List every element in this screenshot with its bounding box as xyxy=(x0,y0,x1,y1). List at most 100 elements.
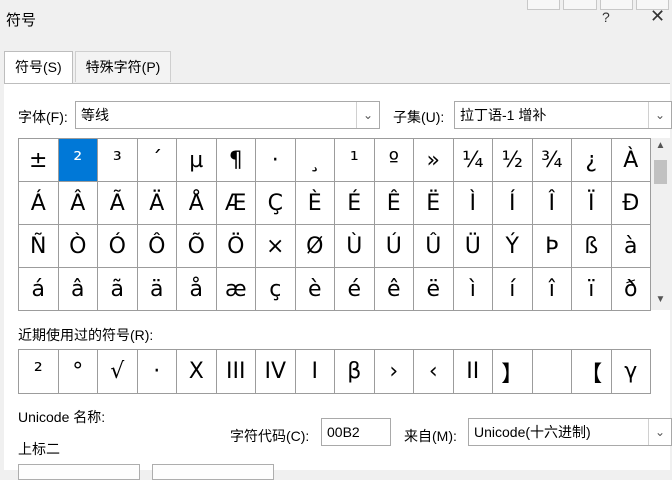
toolbar-button-2[interactable] xyxy=(563,0,597,10)
symbol-cell[interactable]: ± xyxy=(19,139,59,182)
symbol-cell[interactable]: Ý xyxy=(493,225,533,268)
symbol-cell[interactable]: ¾ xyxy=(532,139,572,182)
tab-special-characters[interactable]: 特殊字符(P) xyxy=(74,51,172,82)
close-icon[interactable]: ✕ xyxy=(650,6,665,27)
toolbar-button-1[interactable] xyxy=(527,0,561,10)
chevron-down-icon[interactable]: ⌄ xyxy=(356,102,379,128)
symbol-cell[interactable]: Â xyxy=(58,182,98,225)
symbol-cell[interactable]: ë xyxy=(414,268,454,311)
recent-symbol-cell[interactable]: IV xyxy=(256,350,296,393)
symbol-cell[interactable]: ¹ xyxy=(335,139,375,182)
symbol-cell[interactable]: à xyxy=(611,225,651,268)
recent-symbol-cell[interactable]: · xyxy=(137,350,177,393)
symbol-cell[interactable]: ï xyxy=(572,268,612,311)
unicode-name-value: 上标二 xyxy=(18,441,60,457)
symbol-cell[interactable]: Å xyxy=(177,182,217,225)
recent-symbol-cell[interactable]: I xyxy=(295,350,335,393)
symbol-cell[interactable]: · xyxy=(256,139,296,182)
subset-select[interactable]: 拉丁语-1 增补 ⌄ xyxy=(454,101,672,129)
symbol-cell[interactable]: ¼ xyxy=(453,139,493,182)
recent-symbol-cell[interactable]: ° xyxy=(58,350,98,393)
symbol-cell[interactable]: ½ xyxy=(493,139,533,182)
symbol-cell[interactable]: Ï xyxy=(572,182,612,225)
recent-symbol-cell[interactable]: 】 xyxy=(493,350,533,393)
symbol-cell[interactable]: É xyxy=(335,182,375,225)
symbol-cell[interactable]: Ø xyxy=(295,225,335,268)
symbol-cell[interactable]: Ü xyxy=(453,225,493,268)
scroll-thumb[interactable] xyxy=(654,160,667,184)
symbol-cell[interactable]: ¸ xyxy=(295,139,335,182)
symbol-cell[interactable]: á xyxy=(19,268,59,311)
symbol-cell[interactable]: Ö xyxy=(216,225,256,268)
symbol-cell[interactable]: ¿ xyxy=(572,139,612,182)
symbol-cell[interactable]: Û xyxy=(414,225,454,268)
symbol-cell[interactable]: ç xyxy=(256,268,296,311)
symbol-cell[interactable]: æ xyxy=(216,268,256,311)
symbol-cell[interactable]: ´ xyxy=(137,139,177,182)
symbol-cell[interactable]: ð xyxy=(611,268,651,311)
symbol-cell[interactable]: µ xyxy=(177,139,217,182)
symbol-cell[interactable]: À xyxy=(611,139,651,182)
symbol-cell[interactable]: é xyxy=(335,268,375,311)
symbol-cell[interactable]: Ù xyxy=(335,225,375,268)
scroll-up-icon[interactable]: ▲ xyxy=(651,140,670,154)
symbol-cell[interactable]: Ô xyxy=(137,225,177,268)
symbol-cell[interactable]: ² xyxy=(58,139,98,182)
symbol-cell[interactable]: Đ xyxy=(611,182,651,225)
symbol-cell[interactable]: å xyxy=(177,268,217,311)
symbol-cell[interactable]: ³ xyxy=(98,139,138,182)
symbol-cell[interactable]: Þ xyxy=(532,225,572,268)
symbol-cell[interactable]: Ê xyxy=(374,182,414,225)
symbol-cell[interactable]: Î xyxy=(532,182,572,225)
symbol-cell[interactable]: Ä xyxy=(137,182,177,225)
symbol-cell[interactable]: Æ xyxy=(216,182,256,225)
recent-symbol-cell[interactable]: ‹ xyxy=(414,350,454,393)
symbol-cell[interactable]: ã xyxy=(98,268,138,311)
chevron-down-icon[interactable]: ⌄ xyxy=(648,102,671,128)
symbol-cell[interactable]: Ò xyxy=(58,225,98,268)
recent-symbol-cell[interactable]: › xyxy=(374,350,414,393)
symbol-cell[interactable]: ß xyxy=(572,225,612,268)
symbol-cell[interactable]: » xyxy=(414,139,454,182)
recent-symbol-cell[interactable]: 【 xyxy=(572,350,612,393)
symbol-cell[interactable]: í xyxy=(493,268,533,311)
recent-symbol-cell[interactable]: √ xyxy=(98,350,138,393)
recent-symbol-cell[interactable]: β xyxy=(335,350,375,393)
autocorrect-button[interactable] xyxy=(18,464,140,480)
symbol-cell[interactable]: È xyxy=(295,182,335,225)
scroll-down-icon[interactable]: ▼ xyxy=(651,294,670,308)
shortcut-key-button[interactable] xyxy=(152,464,274,480)
char-code-input[interactable]: 00B2 xyxy=(321,418,391,446)
chevron-down-icon[interactable]: ⌄ xyxy=(648,419,671,445)
symbol-cell[interactable]: Ë xyxy=(414,182,454,225)
symbol-cell[interactable]: î xyxy=(532,268,572,311)
help-button[interactable]: ? xyxy=(602,9,610,25)
symbol-cell[interactable]: Í xyxy=(493,182,533,225)
symbol-cell[interactable]: Õ xyxy=(177,225,217,268)
symbol-cell[interactable]: ¶ xyxy=(216,139,256,182)
recent-symbol-cell[interactable]: X xyxy=(177,350,217,393)
recent-symbol-cell[interactable]: ² xyxy=(19,350,59,393)
recent-symbol-cell[interactable] xyxy=(532,350,572,393)
tab-symbols[interactable]: 符号(S) xyxy=(4,51,73,85)
symbol-cell[interactable]: Ú xyxy=(374,225,414,268)
symbol-cell[interactable]: º xyxy=(374,139,414,182)
symbol-cell[interactable]: Á xyxy=(19,182,59,225)
symbol-cell[interactable]: Ã xyxy=(98,182,138,225)
symbol-cell[interactable]: è xyxy=(295,268,335,311)
symbol-grid-scrollbar[interactable]: ▲ ▼ xyxy=(651,138,670,310)
recent-symbol-cell[interactable]: II xyxy=(453,350,493,393)
symbol-cell[interactable]: ì xyxy=(453,268,493,311)
symbol-cell[interactable]: ê xyxy=(374,268,414,311)
recent-symbol-cell[interactable]: III xyxy=(216,350,256,393)
symbol-cell[interactable]: Ç xyxy=(256,182,296,225)
symbol-cell[interactable]: Ñ xyxy=(19,225,59,268)
symbol-cell[interactable]: × xyxy=(256,225,296,268)
symbol-cell[interactable]: Ì xyxy=(453,182,493,225)
symbol-cell[interactable]: â xyxy=(58,268,98,311)
from-select[interactable]: Unicode(十六进制) ⌄ xyxy=(468,418,672,446)
recent-symbol-cell[interactable]: γ xyxy=(611,350,651,393)
symbol-cell[interactable]: Ó xyxy=(98,225,138,268)
font-select[interactable]: 等线 ⌄ xyxy=(75,101,380,129)
symbol-cell[interactable]: ä xyxy=(137,268,177,311)
